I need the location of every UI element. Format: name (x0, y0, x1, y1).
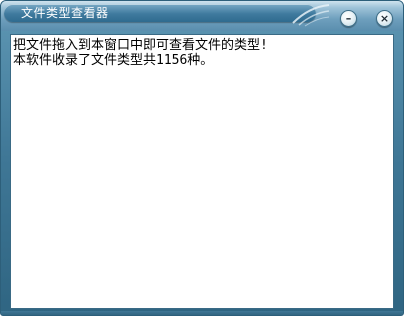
close-icon: × (379, 12, 390, 25)
drop-area[interactable]: 把文件拖入到本窗口中即可查看文件的类型! 本软件收录了文件类型共1156种。 (10, 34, 394, 309)
info-text: 把文件拖入到本窗口中即可查看文件的类型! 本软件收录了文件类型共1156种。 (13, 38, 391, 68)
info-line: 本软件收录了文件类型共1156种。 (13, 53, 214, 68)
title-swoosh-decoration (292, 4, 330, 27)
info-line: 把文件拖入到本窗口中即可查看文件的类型! (13, 38, 268, 53)
minimize-icon: – (345, 12, 352, 25)
app-window: 文件类型查看器 – × 把文件拖入到本窗口中即可查看文件的类型! 本软件收录了文… (0, 0, 404, 316)
window-bottom-edge (1, 311, 403, 315)
close-button[interactable]: × (376, 10, 393, 27)
minimize-button[interactable]: – (340, 10, 357, 27)
title-bar[interactable]: 文件类型查看器 – × (1, 1, 403, 31)
window-title: 文件类型查看器 (21, 6, 109, 20)
